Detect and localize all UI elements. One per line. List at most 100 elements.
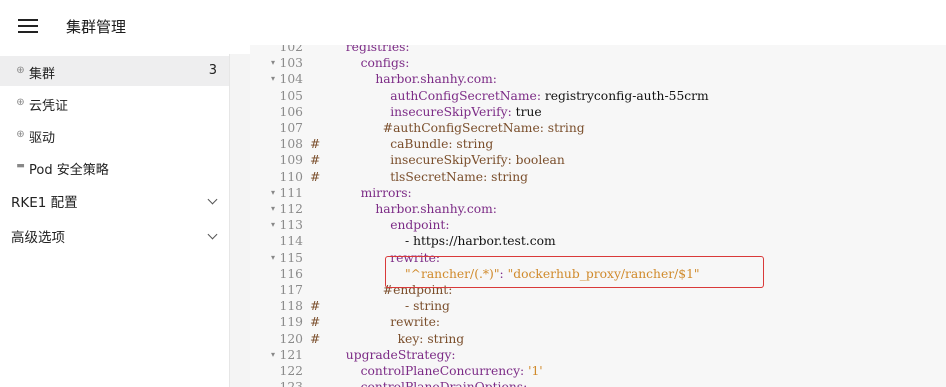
code-token: : bbox=[499, 266, 508, 281]
sidebar-group-rke1-config[interactable]: RKE1 配置 bbox=[0, 185, 229, 215]
comment-marker: # bbox=[310, 331, 321, 346]
chevron-down-icon bbox=[207, 194, 218, 205]
code-text: endpoint: bbox=[390, 217, 449, 233]
line-number: 119 bbox=[279, 315, 303, 330]
code-token: - string bbox=[405, 299, 450, 314]
line-number: 111 bbox=[279, 185, 303, 200]
fold-toggle-icon[interactable]: ▾ bbox=[269, 185, 277, 201]
code-text: insecureSkipVerify: boolean bbox=[390, 152, 565, 168]
code-token: upgradeStrategy: bbox=[345, 347, 456, 362]
line-number: 108 bbox=[279, 137, 303, 152]
sidebar-item-label: 驱动 bbox=[29, 131, 56, 146]
line-number: 106 bbox=[279, 104, 303, 119]
code-text: key: string bbox=[398, 331, 465, 347]
code-line: 119 # rewrite: bbox=[250, 314, 946, 330]
code-line: 116 "^rancher/(.*)": "dockerhub_proxy/ran… bbox=[250, 266, 946, 282]
line-number: 114 bbox=[279, 234, 303, 249]
code-line: ▾ 112 harbor.shanhy.com: bbox=[250, 201, 946, 217]
line-number: 116 bbox=[279, 266, 303, 281]
folder-icon: ▬ bbox=[16, 161, 25, 171]
sidebar-item-drivers[interactable]: ⊕ 驱动 bbox=[0, 120, 229, 150]
fold-toggle-icon[interactable]: ▾ bbox=[269, 347, 277, 363]
code-text: caBundle: string bbox=[390, 136, 493, 152]
code-text: rewrite: bbox=[390, 250, 440, 266]
code-text: configs: bbox=[361, 55, 410, 71]
code-text: - https://harbor.test.com bbox=[405, 233, 556, 249]
fold-toggle-icon[interactable]: ▾ bbox=[269, 250, 277, 266]
chevron-down-icon bbox=[207, 229, 218, 240]
code-token: harbor.shanhy.com: bbox=[375, 72, 497, 87]
yaml-editor[interactable]: 123 controlPlaneDrainOptions: 122 controlPl… bbox=[250, 45, 946, 387]
code-line: 118 # - string bbox=[250, 298, 946, 314]
code-line: 123 controlPlaneDrainOptions: bbox=[250, 379, 946, 387]
line-number: 113 bbox=[279, 218, 303, 233]
code-line: 110 # tlsSecretName: string bbox=[250, 169, 946, 185]
code-line: ▾ 115 rewrite: bbox=[250, 250, 946, 266]
line-number: 122 bbox=[279, 364, 303, 378]
code-text: rewrite: bbox=[390, 314, 440, 330]
code-token: controlPlaneDrainOptions: bbox=[361, 380, 528, 387]
code-token: true bbox=[515, 104, 542, 119]
code-line: ▾ 121 upgradeStrategy: bbox=[250, 347, 946, 363]
code-token: - https://harbor.test.com bbox=[405, 234, 556, 249]
sidebar-item-label: Pod 安全策略 bbox=[29, 163, 109, 178]
code-line: 108 # caBundle: string bbox=[250, 136, 946, 152]
code-token: rewrite: bbox=[390, 315, 441, 330]
code-token: mirrors: bbox=[360, 185, 412, 200]
code-text: harbor.shanhy.com: bbox=[375, 201, 497, 217]
code-token: harbor.shanhy.com: bbox=[375, 202, 497, 216]
code-token: key: string bbox=[397, 331, 465, 346]
code-token: #endpoint: bbox=[382, 283, 453, 297]
code-token: "dockerhub_proxy/rancher/$1" bbox=[507, 266, 700, 281]
code-text: upgradeStrategy: bbox=[346, 347, 456, 363]
code-text: #authConfigSecretName: string bbox=[383, 120, 585, 136]
line-number: 123 bbox=[278, 379, 303, 387]
code-token: insecureSkipVerify: bbox=[390, 104, 516, 119]
code-token: insecureSkipVerify: boolean bbox=[390, 153, 565, 168]
page-title: 集群管理 bbox=[66, 18, 127, 36]
line-number: 107 bbox=[279, 121, 303, 135]
line-number: 104 bbox=[279, 72, 303, 87]
line-number: 118 bbox=[279, 299, 303, 314]
line-number: 105 bbox=[279, 88, 303, 103]
menu-icon[interactable] bbox=[18, 18, 38, 34]
code-line: ▾ 111 mirrors: bbox=[250, 185, 946, 201]
sidebar: ⊕ 集群 3 ⊕ 云凭证 ⊕ 驱动 ▬ Pod 安全策略 RKE1 配置 高级选… bbox=[0, 54, 230, 387]
line-number: 110 bbox=[279, 169, 303, 184]
line-number: 102 bbox=[279, 45, 303, 54]
sidebar-item-clusters[interactable]: ⊕ 集群 3 bbox=[0, 56, 229, 86]
code-text: harbor.shanhy.com: bbox=[375, 71, 497, 87]
code-line: 109 # insecureSkipVerify: boolean bbox=[250, 152, 946, 168]
code-token: endpoint: bbox=[390, 218, 450, 233]
fold-toggle-icon[interactable]: ▾ bbox=[269, 55, 277, 71]
code-text: controlPlaneDrainOptions: bbox=[361, 379, 528, 387]
comment-marker: # bbox=[310, 153, 321, 168]
code-text: mirrors: bbox=[361, 185, 412, 201]
code-token: controlPlaneConcurrency: bbox=[360, 364, 529, 378]
code-text: registries: bbox=[346, 45, 410, 55]
code-line: 106 insecureSkipVerify: true bbox=[250, 104, 946, 120]
code-text: tlsSecretName: string bbox=[390, 169, 528, 185]
comment-marker: # bbox=[310, 315, 321, 330]
code-text: insecureSkipVerify: true bbox=[390, 104, 542, 120]
code-line: 122 controlPlaneConcurrency: '1' bbox=[250, 363, 946, 379]
fold-toggle-icon[interactable]: ▾ bbox=[269, 71, 277, 87]
sidebar-item-pod-security-policy[interactable]: ▬ Pod 安全策略 bbox=[0, 152, 229, 182]
comment-marker: # bbox=[310, 169, 321, 184]
code-token: #authConfigSecretName: string bbox=[382, 121, 585, 135]
code-text: #endpoint: bbox=[383, 282, 453, 298]
code-text: "^rancher/(.*)": "dockerhub_proxy/ranche… bbox=[405, 266, 700, 282]
code-token: configs: bbox=[360, 56, 410, 71]
fold-toggle-icon[interactable]: ▾ bbox=[269, 201, 277, 217]
fold-toggle-icon[interactable]: ▾ bbox=[269, 217, 277, 233]
code-line: ▾ 113 endpoint: bbox=[250, 217, 946, 233]
count-badge: 3 bbox=[208, 63, 217, 78]
sidebar-item-cloud-credentials[interactable]: ⊕ 云凭证 bbox=[0, 88, 229, 118]
code-token: registries: bbox=[345, 45, 410, 54]
code-token: caBundle: string bbox=[390, 137, 494, 152]
sidebar-group-advanced[interactable]: 高级选项 bbox=[0, 220, 229, 250]
sidebar-item-label: 集群 bbox=[29, 67, 56, 82]
line-number: 103 bbox=[279, 56, 303, 71]
sidebar-group-label: RKE1 配置 bbox=[11, 195, 78, 211]
code-text: - string bbox=[405, 298, 450, 314]
